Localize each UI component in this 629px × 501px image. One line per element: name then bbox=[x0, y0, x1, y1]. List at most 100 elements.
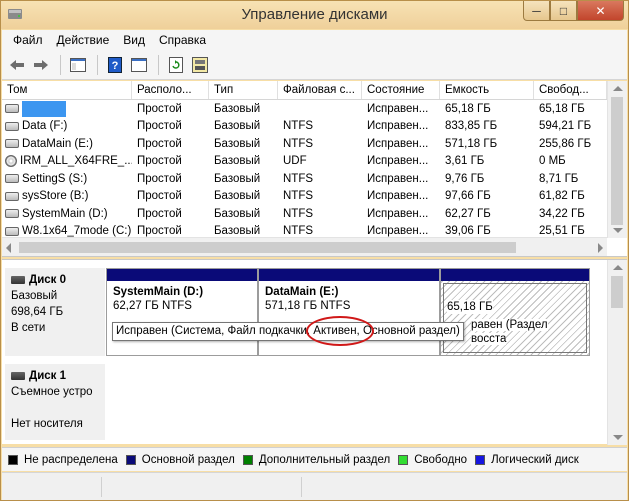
column-header-type[interactable]: Тип bbox=[209, 81, 278, 99]
partition-status-tooltip: Исправен (Система, Файл подкачки, Активе… bbox=[112, 322, 464, 341]
volume-name: SystemMain (D:) bbox=[22, 207, 108, 220]
optical-disc-icon bbox=[5, 155, 17, 168]
menu-help[interactable]: Справка bbox=[152, 33, 213, 47]
maximize-button[interactable]: □ bbox=[550, 1, 577, 21]
partition-systemmain[interactable]: SystemMain (D:) 62,27 ГБ NTFS bbox=[106, 268, 258, 356]
disk-0-partitions: SystemMain (D:) 62,27 ГБ NTFS DataMain (… bbox=[106, 268, 590, 356]
volume-layout: Простой bbox=[137, 120, 182, 133]
legend-item: Дополнительный раздел bbox=[242, 454, 390, 466]
volume-capacity: 833,85 ГБ bbox=[445, 120, 498, 133]
back-button[interactable] bbox=[6, 54, 28, 76]
drive-icon bbox=[5, 191, 19, 201]
table-row[interactable]: SettingS (S:) Простой Базовый NTFS Исправен.… bbox=[2, 170, 607, 188]
volume-name-cell: SettingS (S:) bbox=[2, 173, 132, 185]
volume-capacity: 3,61 ГБ bbox=[445, 155, 485, 168]
disk-1-size bbox=[11, 400, 99, 416]
column-header-filesystem[interactable]: Файловая с... bbox=[278, 81, 362, 99]
highlight-ellipse-annotation bbox=[306, 316, 374, 346]
column-header-status[interactable]: Состояние bbox=[362, 81, 440, 99]
volume-layout: Простой bbox=[137, 190, 182, 203]
volume-filesystem: NTFS bbox=[283, 120, 314, 133]
legend-label: Не распределена bbox=[24, 453, 118, 466]
partition-recovery[interactable]: 65,18 ГБ равен (Раздел восста bbox=[440, 268, 590, 356]
drive-icon bbox=[5, 104, 19, 114]
volume-status: Исправен... bbox=[367, 207, 429, 220]
column-header-free[interactable]: Свобод... bbox=[534, 81, 607, 99]
table-row[interactable]: sysStore (B:) Простой Базовый NTFS Исправен.… bbox=[2, 188, 607, 206]
volume-free: 61,82 ГБ bbox=[539, 190, 585, 203]
redacted-volume-name bbox=[22, 100, 66, 117]
volume-status: Исправен... bbox=[367, 120, 429, 133]
menu-action[interactable]: Действие bbox=[50, 33, 117, 47]
table-row[interactable]: IRM_ALL_X64FRE_... Простой Базовый UDF Испра… bbox=[2, 153, 607, 171]
scroll-up-icon[interactable] bbox=[613, 86, 623, 91]
table-row[interactable]: Простой Базовый Исправен... 65,18 ГБ 65,18 Г… bbox=[2, 100, 607, 118]
partition-size: 571,18 ГБ NTFS bbox=[265, 300, 351, 312]
volume-table: Том Располо... Тип Файловая с... Состоян… bbox=[2, 81, 607, 240]
volume-name-cell: SystemMain (D:) bbox=[2, 208, 132, 220]
table-row[interactable]: DataMain (E:) Простой Базовый NTFS Исправен.… bbox=[2, 135, 607, 153]
title-bar: Управление дисками ─ □ ✕ bbox=[1, 1, 628, 29]
refresh-button[interactable] bbox=[165, 54, 187, 76]
disk-0-label[interactable]: Диск 0 Базовый 698,64 ГБ В сети bbox=[5, 268, 105, 356]
column-header-layout[interactable]: Располо... bbox=[132, 81, 209, 99]
scroll-right-icon[interactable] bbox=[598, 243, 603, 253]
properties-button[interactable] bbox=[128, 54, 150, 76]
disk-1-name: Диск 1 bbox=[11, 368, 99, 384]
volume-free: 34,22 ГБ bbox=[539, 207, 585, 220]
column-header-capacity[interactable]: Емкость bbox=[440, 81, 534, 99]
volume-status: Исправен... bbox=[367, 225, 429, 238]
drive-icon bbox=[5, 174, 19, 184]
primary-partition-bar bbox=[441, 269, 589, 281]
volume-capacity: 571,18 ГБ bbox=[445, 137, 498, 150]
volume-type: Базовый bbox=[214, 120, 261, 133]
forward-button[interactable] bbox=[30, 54, 52, 76]
volume-filesystem: NTFS bbox=[283, 207, 314, 220]
rescan-button[interactable] bbox=[189, 54, 211, 76]
toolbar-separator bbox=[158, 54, 159, 75]
disk-1-label[interactable]: Диск 1 Съемное устро Нет носителя bbox=[5, 364, 105, 440]
legend-item: Основной раздел bbox=[125, 454, 235, 466]
close-button[interactable]: ✕ bbox=[577, 1, 624, 21]
scroll-down-icon[interactable] bbox=[613, 435, 623, 440]
help-button[interactable]: ? bbox=[104, 54, 126, 76]
console-tree-button[interactable] bbox=[67, 54, 89, 76]
volume-layout: Простой bbox=[137, 225, 182, 238]
forward-arrow-icon bbox=[34, 59, 48, 70]
minimize-button[interactable]: ─ bbox=[523, 1, 550, 21]
column-header-volume[interactable]: Том bbox=[2, 81, 132, 99]
legend: Не распределена Основной раздел Дополнител… bbox=[2, 447, 627, 471]
removable-disk-icon bbox=[11, 372, 25, 380]
menu-bar: Файл Действие Вид Справка bbox=[2, 30, 627, 50]
menu-file[interactable]: Файл bbox=[6, 33, 50, 47]
disk-0-name: Диск 0 bbox=[11, 272, 99, 288]
scroll-thumb[interactable] bbox=[19, 242, 516, 253]
scroll-left-icon[interactable] bbox=[6, 243, 11, 253]
scroll-thumb[interactable] bbox=[611, 97, 623, 225]
close-icon: ✕ bbox=[595, 3, 606, 18]
volume-layout: Простой bbox=[137, 172, 182, 185]
window-controls: ─ □ ✕ bbox=[523, 1, 624, 21]
volume-filesystem: NTFS bbox=[283, 137, 314, 150]
volume-layout: Простой bbox=[137, 102, 182, 115]
volume-name: DataMain (E:) bbox=[22, 137, 93, 150]
legend-item: Свободно bbox=[398, 454, 467, 466]
volume-name: SettingS (S:) bbox=[22, 172, 88, 185]
legend-swatch bbox=[398, 454, 409, 465]
volume-status: Исправен... bbox=[367, 102, 429, 115]
selection-outline bbox=[443, 283, 587, 353]
menu-view[interactable]: Вид bbox=[116, 33, 152, 47]
scroll-thumb[interactable] bbox=[611, 276, 623, 308]
toolbar: ? bbox=[2, 50, 627, 80]
minimize-icon: ─ bbox=[532, 3, 541, 18]
volume-free: 8,71 ГБ bbox=[539, 172, 579, 185]
volume-vertical-scrollbar[interactable] bbox=[607, 81, 627, 238]
scroll-down-icon[interactable] bbox=[613, 228, 623, 233]
table-row[interactable]: SystemMain (D:) Простой Базовый NTFS Исправе… bbox=[2, 205, 607, 223]
volume-horizontal-scrollbar[interactable] bbox=[2, 237, 607, 256]
disk-vertical-scrollbar[interactable] bbox=[607, 260, 627, 445]
scroll-up-icon[interactable] bbox=[613, 265, 623, 270]
toolbar-separator bbox=[60, 54, 61, 75]
disk-0-state: В сети bbox=[11, 322, 46, 334]
table-row[interactable]: Data (F:) Простой Базовый NTFS Исправен... 83… bbox=[2, 118, 607, 136]
